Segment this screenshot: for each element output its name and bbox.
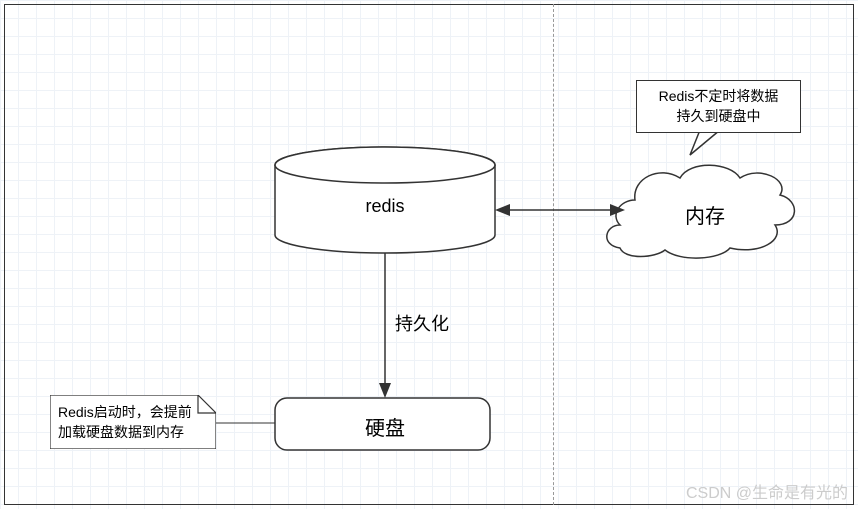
memory-label: 内存: [680, 200, 730, 229]
callout-tail: [690, 130, 720, 155]
note-line1: Redis启动时，会提前: [58, 404, 192, 420]
callout-line2: 持久到硬盘中: [677, 108, 761, 124]
callout-box: Redis不定时将数据 持久到硬盘中: [636, 80, 801, 133]
watermark: CSDN @生命是有光的: [686, 479, 848, 503]
note-wrap: Redis启动时，会提前 加载硬盘数据到内存: [50, 395, 216, 449]
note-line2: 加载硬盘数据到内存: [58, 424, 184, 440]
callout-line1: Redis不定时将数据: [659, 88, 779, 104]
redis-label: redis: [355, 196, 415, 217]
disk-label: 硬盘: [360, 412, 410, 441]
arrow-redis-memory: [495, 204, 625, 216]
arrow-redis-disk: [379, 253, 391, 398]
persist-label: 持久化: [395, 310, 449, 336]
